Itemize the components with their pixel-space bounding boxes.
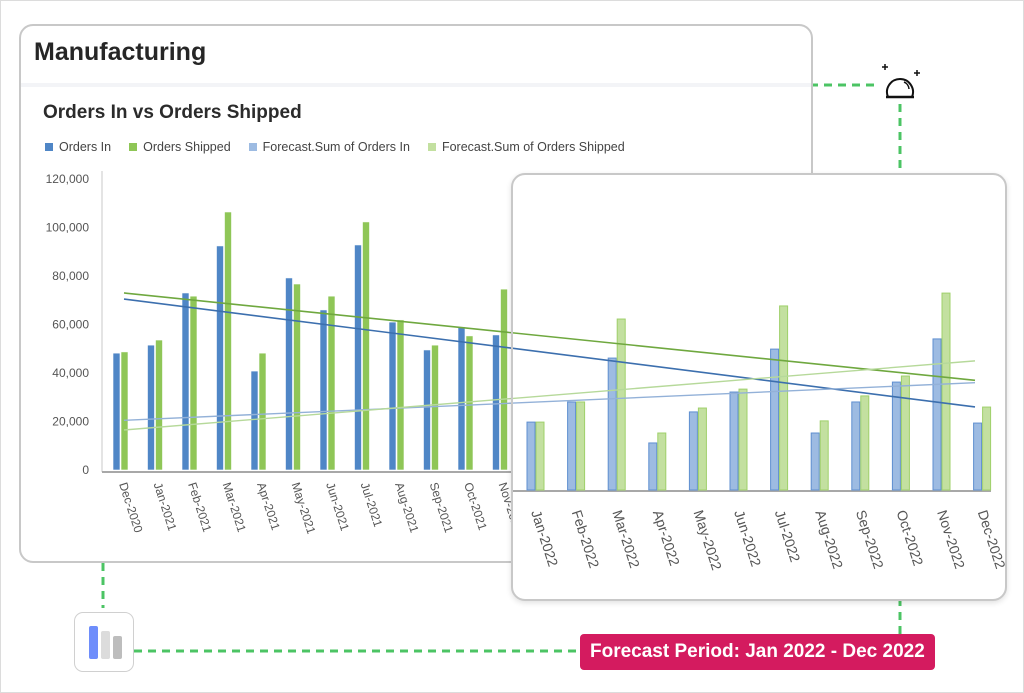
y-tick-label: 40,000 — [52, 366, 89, 380]
bar-orders-shipped — [362, 221, 370, 471]
forecast-x-tick-label: May-2022 — [691, 508, 726, 572]
x-tick-label: Apr-2021 — [254, 481, 283, 533]
bar-forecast-orders-shipped — [779, 305, 789, 491]
x-tick-label: Feb-2021 — [185, 481, 214, 534]
bar-orders-in — [423, 349, 431, 471]
bar-orders-shipped — [189, 295, 198, 471]
x-tick-label: Mar-2021 — [220, 481, 249, 534]
bar-forecast-orders-shipped — [657, 432, 667, 491]
bar-orders-shipped — [155, 339, 163, 471]
bar-forecast-orders-in — [810, 432, 820, 491]
bar-forecast-orders-shipped — [900, 375, 910, 491]
forecast-x-tick-label: Oct-2022 — [894, 508, 927, 568]
y-tick-label: 60,000 — [52, 318, 89, 332]
bar-forecast-orders-in — [891, 381, 901, 491]
bar-forecast-orders-shipped — [819, 420, 829, 491]
x-tick-label: Dec-2020 — [116, 481, 145, 535]
forecast-card: Jan-2022 Feb-2022 Mar-2022 Apr-2022 May-2022… — [511, 173, 1007, 601]
bar-chart-icon — [89, 626, 122, 659]
x-tick-label: Jun-2021 — [323, 481, 352, 533]
bar-orders-shipped — [431, 344, 439, 471]
forecast-x-tick-label: Jul-2022 — [772, 508, 804, 564]
x-tick-label: Jan-2021 — [151, 481, 180, 533]
forecast-x-tick-label: Feb-2022 — [569, 508, 603, 570]
bar-forecast-orders-shipped — [576, 401, 586, 491]
forecast-x-tick-label: Nov-2022 — [934, 508, 968, 571]
bar-orders-in — [250, 370, 259, 471]
forecast-x-tick-label: Dec-2022 — [975, 508, 1005, 571]
bar-forecast-orders-in — [851, 401, 861, 491]
forecast-x-tick-label: Mar-2022 — [609, 508, 643, 570]
chart-type-button[interactable] — [74, 612, 134, 672]
bar-forecast-orders-in — [526, 421, 536, 491]
crystal-ball-icon — [882, 64, 920, 99]
y-tick-label: 80,000 — [52, 269, 89, 283]
y-tick-label: 20,000 — [52, 415, 89, 429]
bar-forecast-orders-shipped — [941, 292, 951, 491]
forecast-x-tick-label: Jan-2022 — [528, 508, 561, 569]
bar-forecast-orders-shipped — [535, 421, 545, 491]
forecast-x-tick-label: Jun-2022 — [731, 508, 764, 569]
x-tick-label: Oct-2021 — [461, 481, 490, 533]
bar-orders-shipped — [224, 211, 232, 471]
forecast-x-tick-label: Sep-2022 — [853, 508, 887, 571]
x-tick-label: Aug-2021 — [392, 481, 421, 535]
forecast-x-tick-label: Apr-2022 — [650, 508, 683, 568]
bar-forecast-orders-shipped — [738, 388, 748, 491]
x-tick-label: Jul-2021 — [358, 481, 386, 529]
forecast-period-badge: Forecast Period: Jan 2022 - Dec 2022 — [580, 634, 935, 670]
bar-orders-shipped — [396, 319, 405, 471]
bar-orders-in — [147, 344, 155, 471]
bar-orders-in — [112, 352, 121, 471]
y-tick-label: 120,000 — [46, 172, 90, 186]
forecast-chart-plot: Jan-2022 Feb-2022 Mar-2022 Apr-2022 May-2022… — [513, 292, 1005, 572]
forecast-x-tick-label: Aug-2022 — [812, 508, 846, 571]
bar-forecast-orders-in — [770, 348, 780, 491]
bar-orders-shipped — [465, 335, 474, 471]
bar-orders-in — [388, 321, 397, 471]
bar-orders-shipped — [120, 351, 129, 471]
bar-orders-in — [216, 245, 224, 471]
x-tick-label: Sep-2021 — [427, 481, 456, 535]
bar-orders-shipped — [258, 352, 267, 471]
x-tick-label: May-2021 — [289, 481, 319, 536]
bar-orders-in — [319, 309, 328, 471]
bar-orders-in — [457, 326, 466, 471]
bar-forecast-orders-in — [567, 401, 577, 491]
bar-forecast-orders-in — [648, 442, 658, 491]
bar-forecast-orders-shipped — [982, 406, 992, 491]
bar-forecast-orders-in — [973, 422, 983, 491]
bar-forecast-orders-shipped — [697, 407, 707, 491]
bar-orders-in — [354, 244, 362, 471]
bar-forecast-orders-in — [607, 357, 617, 491]
bar-orders-in — [285, 277, 293, 471]
bar-orders-shipped — [500, 288, 508, 471]
bar-orders-shipped — [293, 283, 301, 471]
bar-forecast-orders-in — [932, 338, 942, 491]
bar-orders-shipped — [327, 295, 336, 471]
bar-orders-in — [181, 292, 190, 471]
bar-orders-in — [492, 334, 500, 471]
bar-forecast-orders-in — [688, 411, 698, 491]
y-tick-label: 0 — [82, 463, 89, 477]
bar-forecast-orders-in — [729, 391, 739, 491]
y-tick-label: 100,000 — [46, 221, 90, 235]
bar-forecast-orders-shipped — [860, 395, 870, 491]
